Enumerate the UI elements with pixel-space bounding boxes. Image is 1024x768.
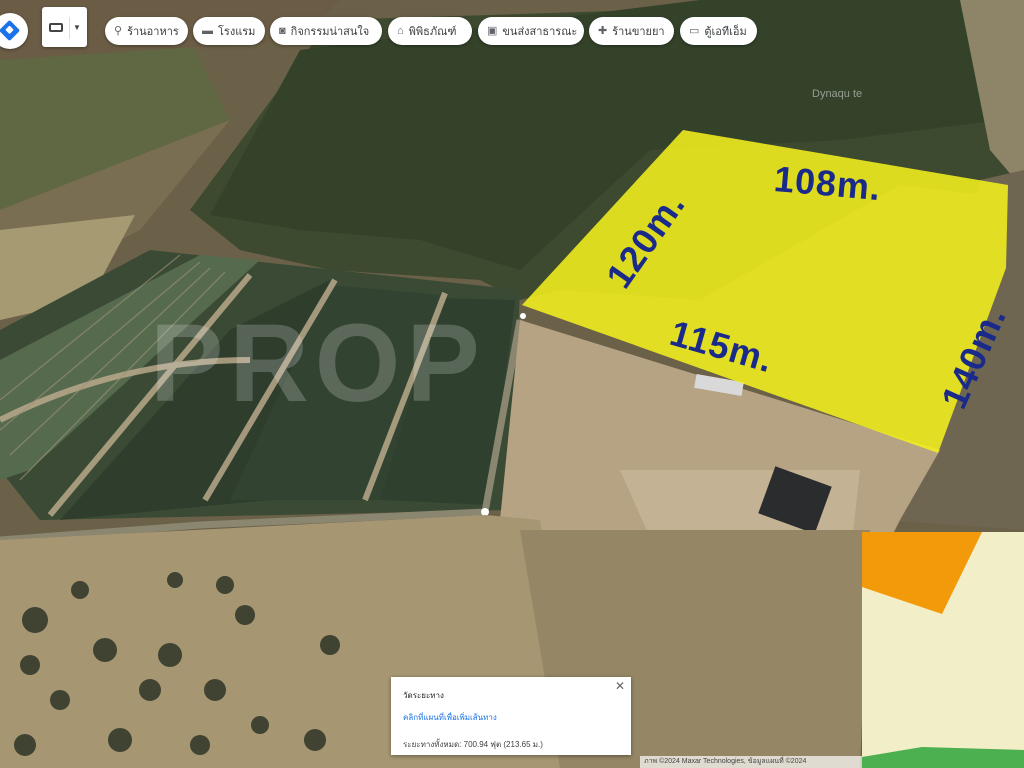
map-place-label: Dynaqu te [812,88,863,100]
bus-icon: ▣ [487,24,498,37]
map-attribution: ภาพ ©2024 Maxar Technologies, ข้อมูลแผนท… [640,756,862,768]
filter-chip-label: ร้านขายยา [612,26,665,38]
close-icon[interactable]: ✕ [615,679,625,693]
watermark-text: PROP [150,302,486,425]
measure-total: ระยะทางทั้งหมด: 700.94 ฟุต (213.65 ม.) [403,740,543,749]
filter-chip-atm[interactable]: ▭ ตู้เอทีเอ็ม [680,17,757,45]
filter-chip-label: กิจกรรมน่าสนใจ [290,26,370,38]
keyboard-icon [49,23,63,32]
filter-chip-label: ตู้เอทีเอ็ม [704,26,747,38]
layers-button[interactable]: ▼ [42,7,87,47]
fork-knife-icon: ⚲ [114,24,123,37]
filter-chip-camera[interactable]: ◙ กิจกรรมน่าสนใจ [270,17,382,45]
filter-chip-museum[interactable]: ⌂ พิพิธภัณฑ์ [388,17,472,45]
measure-distance-card: วัดระยะทาง คลิกที่แผนที่เพื่อเพิ่มเส้นทา… [391,677,631,755]
filter-chip-label: ขนส่งสาธารณะ [502,26,578,38]
camera-icon: ◙ [279,24,286,37]
atm-icon: ▭ [689,24,700,37]
chevron-down-icon: ▼ [73,23,81,32]
pharmacy-icon: ✚ [598,24,608,37]
measure-title: วัดระยะทาง [403,691,444,700]
filter-chip-bed[interactable]: ▬ โรงแรม [193,17,265,45]
filter-chip-bus[interactable]: ▣ ขนส่งสาธารณะ [478,17,584,45]
filter-chip-fork-knife[interactable]: ⚲ ร้านอาหาร [105,17,188,45]
minimap[interactable] [862,532,1024,768]
filter-chip-label: โรงแรม [218,26,256,38]
filter-chip-label: พิพิธภัณฑ์ [408,26,457,38]
measure-hint: คลิกที่แผนที่เพื่อเพิ่มเส้นทาง [403,713,497,722]
museum-icon: ⌂ [397,24,404,37]
filter-chip-pharmacy[interactable]: ✚ ร้านขายยา [589,17,674,45]
directions-icon [0,19,21,42]
minimap-graphic [862,532,1024,768]
filter-chip-label: ร้านอาหาร [127,26,179,38]
bed-icon: ▬ [202,24,213,37]
